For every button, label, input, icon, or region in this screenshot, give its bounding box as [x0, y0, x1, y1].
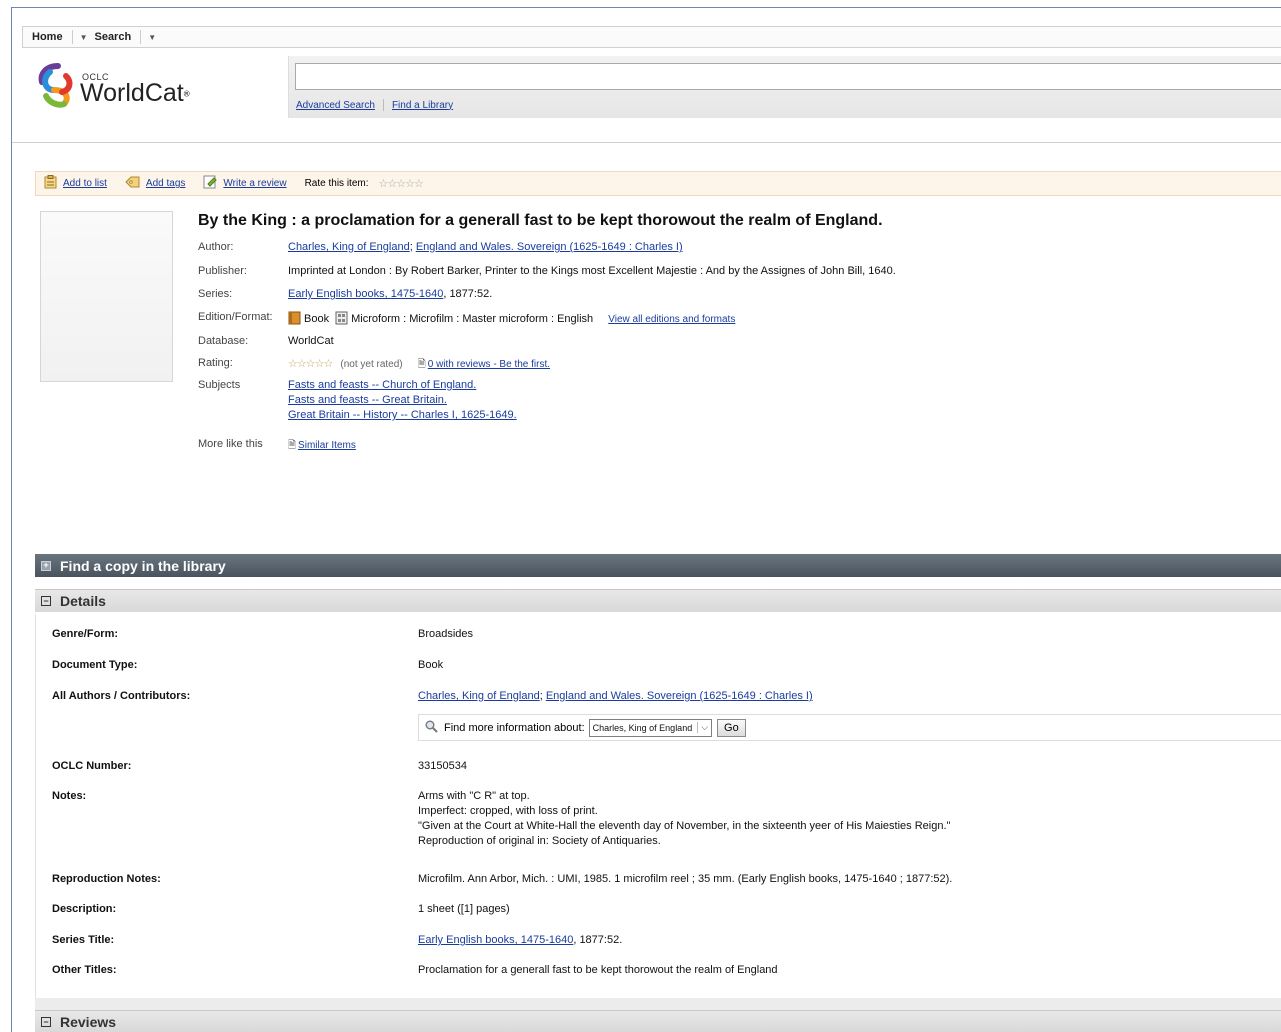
field-more-like-this: More like this 🗎 Similar Items	[198, 438, 356, 451]
series-link[interactable]: Early English books, 1475-1640	[418, 934, 573, 946]
note-line: "Given at the Court at White-Hall the el…	[418, 820, 951, 832]
find-more-label: Find more information about:	[444, 721, 585, 734]
chevron-down-icon[interactable]: ▼	[140, 30, 163, 44]
detail-row-doctype: Document Type: Book	[52, 659, 444, 671]
search-input[interactable]	[295, 63, 1281, 90]
detail-row-repro: Reproduction Notes: Microfilm. Ann Arbor…	[52, 873, 953, 885]
note-line: Reproduction of original in: Society of …	[418, 835, 661, 847]
similar-items-link[interactable]: Similar Items	[298, 440, 356, 451]
find-library-link[interactable]: Find a Library	[392, 100, 453, 111]
reviews-section-header[interactable]: − Reviews	[35, 1010, 1281, 1032]
write-review-icon	[203, 175, 218, 192]
chevron-down-icon: ⌵	[697, 722, 708, 733]
author-link-1[interactable]: Charles, King of England	[288, 241, 410, 253]
collapse-icon[interactable]: −	[41, 596, 51, 606]
detail-row-genre: Genre/Form: Broadsides	[52, 628, 474, 640]
logo-worldcat-text: WorldCat	[80, 79, 184, 107]
details-title: Details	[60, 593, 106, 609]
find-copy-section-header[interactable]: + Find a copy in the library	[35, 554, 1281, 577]
collapse-icon[interactable]: −	[41, 1017, 51, 1027]
tag-icon	[125, 176, 140, 191]
subject-link[interactable]: Great Britain -- History -- Charles I, 1…	[288, 409, 517, 421]
rating-stars: ☆☆☆☆☆	[288, 358, 333, 370]
find-more-info-box: Find more information about: Charles, Ki…	[418, 714, 1281, 741]
rate-stars[interactable]: ☆☆☆☆☆	[379, 177, 424, 190]
worldcat-swirl-icon	[38, 63, 73, 108]
chevron-down-icon[interactable]: ▼	[71, 30, 95, 44]
nav-search-label: Search	[94, 31, 132, 43]
field-rating: Rating: ☆☆☆☆☆ (not yet rated) 🗎 0 with re…	[198, 357, 551, 370]
advanced-search-link[interactable]: Advanced Search	[296, 100, 375, 111]
detail-row-authors: All Authors / Contributors: Charles, Kin…	[52, 690, 813, 702]
divider	[382, 99, 384, 111]
field-publisher: Publisher: Imprinted at London : By Robe…	[198, 265, 896, 277]
subject-link[interactable]: Fasts and feasts -- Great Britain.	[288, 394, 517, 406]
field-subjects: Subjects Fasts and feasts -- Church of E…	[198, 379, 517, 421]
detail-row-description: Description: 1 sheet ([1] pages)	[52, 903, 510, 915]
detail-row-series-title: Series Title: Early English books, 1475-…	[52, 934, 623, 946]
document-icon: 🗎	[417, 359, 426, 370]
view-all-editions-link[interactable]: View all editions and formats	[608, 314, 735, 325]
author-link-1[interactable]: Charles, King of England	[418, 690, 540, 702]
field-edition: Edition/Format: Book Microform : Microfi…	[198, 311, 736, 325]
series-link[interactable]: Early English books, 1475-1640	[288, 288, 443, 300]
note-line: Arms with "C R" at top.	[418, 790, 530, 802]
header-divider	[12, 142, 1281, 143]
search-icon	[425, 720, 438, 736]
field-database: Database: WorldCat	[198, 335, 334, 347]
details-footer	[35, 998, 1281, 1010]
rate-label: Rate this item:	[304, 178, 369, 189]
document-icon: 🗎	[288, 440, 297, 451]
action-bar: Add to list Add tags Write a review Rate…	[35, 171, 1281, 196]
cover-thumbnail	[40, 211, 173, 382]
author-link-2[interactable]: England and Wales. Sovereign (1625-1649 …	[546, 690, 813, 702]
find-copy-title: Find a copy in the library	[60, 557, 226, 574]
note-line: Imperfect: cropped, with loss of print.	[418, 805, 598, 817]
author-link-2[interactable]: England and Wales. Sovereign (1625-1649 …	[416, 241, 683, 253]
logo-registered-mark: ®	[183, 89, 190, 99]
expand-icon[interactable]: +	[41, 560, 51, 571]
reviews-title: Reviews	[60, 1014, 117, 1030]
subject-link[interactable]: Fasts and feasts -- Church of England.	[288, 379, 517, 391]
field-series: Series: Early English books, 1475-1640, …	[198, 288, 493, 300]
top-nav: Home ▼ Search ▼	[22, 26, 1281, 48]
microform-icon	[335, 311, 348, 325]
go-button[interactable]: Go	[717, 718, 746, 737]
author-select[interactable]: Charles, King of England ⌵	[588, 718, 713, 737]
write-review-link[interactable]: Write a review	[223, 178, 286, 189]
details-section-header[interactable]: − Details	[35, 589, 1281, 612]
detail-row-oclc: OCLC Number: 33150534	[52, 760, 467, 772]
rating-note: (not yet rated)	[340, 359, 403, 370]
reviews-link[interactable]: 0 with reviews - Be the first.	[428, 359, 550, 370]
detail-row-other-titles: Other Titles: Proclamation for a general…	[52, 964, 778, 976]
add-to-list-link[interactable]: Add to list	[63, 178, 107, 189]
nav-home[interactable]: Home ▼	[23, 27, 94, 47]
detail-row-notes: Notes: Arms with "C R" at top. Imperfect…	[52, 790, 951, 847]
worldcat-logo[interactable]: OCLC WorldCat®	[36, 60, 190, 110]
nav-search[interactable]: Search ▼	[94, 27, 163, 47]
search-area: Advanced Search Find a Library	[288, 56, 1281, 118]
clipboard-icon	[44, 175, 57, 192]
nav-home-label: Home	[32, 31, 63, 43]
field-author: Author: Charles, King of England; Englan…	[198, 241, 683, 253]
add-tags-link[interactable]: Add tags	[146, 178, 185, 189]
record-title: By the King : a proclamation for a gener…	[198, 212, 883, 229]
book-icon	[288, 311, 301, 325]
